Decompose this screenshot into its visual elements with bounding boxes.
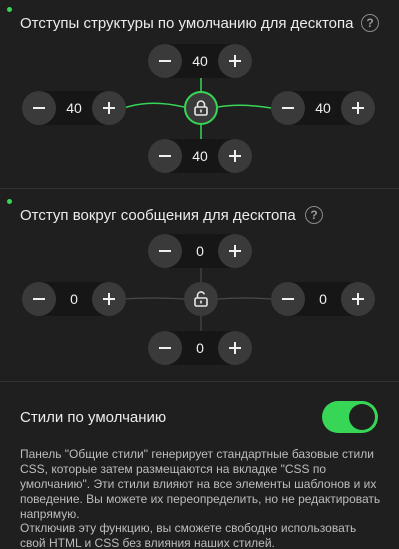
- minus-button[interactable]: [148, 44, 182, 78]
- stepper-value[interactable]: 0: [182, 331, 218, 365]
- structure-left-stepper: 40: [22, 91, 126, 125]
- stepper-value[interactable]: 40: [56, 91, 92, 125]
- minus-button[interactable]: [271, 282, 305, 316]
- default-styles-label: Стили по умолчанию: [20, 409, 167, 426]
- minus-icon: [159, 60, 171, 62]
- minus-icon: [282, 107, 294, 109]
- stepper-value[interactable]: 40: [305, 91, 341, 125]
- minus-icon: [33, 107, 45, 109]
- stepper-value[interactable]: 0: [56, 282, 92, 316]
- message-top-stepper: 0: [148, 234, 252, 268]
- lock-closed-icon: [194, 100, 208, 116]
- plus-button[interactable]: [218, 139, 252, 173]
- section-divider: [0, 381, 399, 382]
- structure-top-stepper: 40: [148, 44, 252, 78]
- plus-icon: [229, 150, 241, 162]
- minus-icon: [282, 298, 294, 300]
- toggle-knob: [349, 404, 375, 430]
- plus-button[interactable]: [341, 91, 375, 125]
- minus-button[interactable]: [148, 234, 182, 268]
- plus-button[interactable]: [92, 282, 126, 316]
- plus-icon: [103, 293, 115, 305]
- minus-button[interactable]: [22, 282, 56, 316]
- link-values-button[interactable]: [184, 282, 218, 316]
- plus-icon: [229, 245, 241, 257]
- plus-button[interactable]: [218, 331, 252, 365]
- lock-open-icon: [194, 291, 208, 307]
- message-right-stepper: 0: [271, 282, 375, 316]
- link-values-button[interactable]: [184, 91, 218, 125]
- stepper-value[interactable]: 0: [305, 282, 341, 316]
- message-padding-title: Отступ вокруг сообщения для десктопа: [20, 207, 296, 224]
- message-left-stepper: 0: [22, 282, 126, 316]
- minus-button[interactable]: [22, 91, 56, 125]
- plus-button[interactable]: [218, 234, 252, 268]
- plus-icon: [229, 342, 241, 354]
- structure-bottom-stepper: 40: [148, 139, 252, 173]
- minus-button[interactable]: [148, 139, 182, 173]
- plus-icon: [229, 55, 241, 67]
- status-dot: [7, 7, 12, 12]
- plus-icon: [352, 293, 364, 305]
- section-divider: [0, 188, 399, 189]
- plus-icon: [103, 102, 115, 114]
- plus-icon: [352, 102, 364, 114]
- default-styles-note: Отключив эту функцию, вы сможете свободн…: [20, 521, 357, 549]
- help-icon[interactable]: ?: [361, 14, 379, 32]
- structure-right-stepper: 40: [271, 91, 375, 125]
- stepper-value[interactable]: 40: [182, 44, 218, 78]
- structure-padding-title: Отступы структуры по умолчанию для дескт…: [20, 15, 354, 32]
- status-dot: [7, 199, 12, 204]
- minus-icon: [159, 347, 171, 349]
- minus-icon: [159, 250, 171, 252]
- minus-icon: [159, 155, 171, 157]
- plus-button[interactable]: [92, 91, 126, 125]
- minus-button[interactable]: [148, 331, 182, 365]
- minus-button[interactable]: [271, 91, 305, 125]
- plus-button[interactable]: [218, 44, 252, 78]
- default-styles-description: Панель "Общие стили" генерирует стандарт…: [20, 447, 381, 521]
- message-bottom-stepper: 0: [148, 331, 252, 365]
- minus-icon: [33, 298, 45, 300]
- stepper-value[interactable]: 40: [182, 139, 218, 173]
- plus-button[interactable]: [341, 282, 375, 316]
- help-icon[interactable]: ?: [305, 206, 323, 224]
- stepper-value[interactable]: 0: [182, 234, 218, 268]
- default-styles-toggle[interactable]: [322, 401, 378, 433]
